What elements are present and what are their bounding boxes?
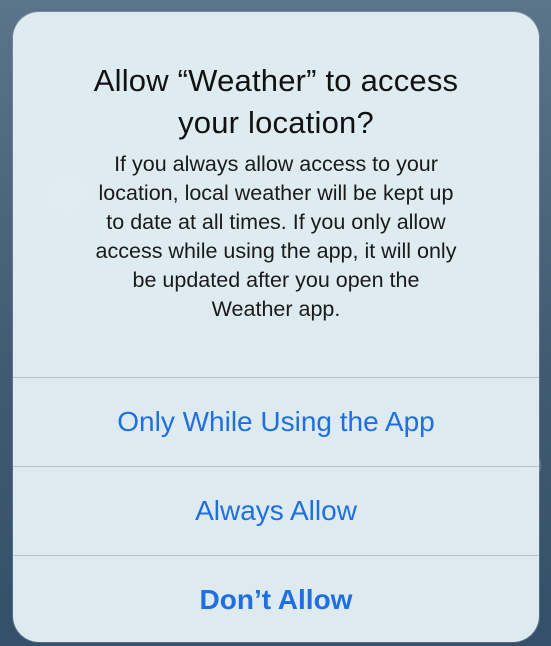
only-while-using-label: Only While Using the App [117,406,435,437]
always-allow-label: Always Allow [195,495,357,526]
alert-message: If you always allow access to your locat… [51,150,501,324]
alert-body: Allow “Weather” to access your location?… [13,12,539,376]
alert-message-line: access while using the app, it will only [95,239,457,263]
alert-message-line: to date at all times. If you only allow [106,210,446,234]
alert-title-line: your location? [178,105,374,140]
alert-title-line: Allow “Weather” to access [93,63,459,98]
alert-title: Allow “Weather” to access your location? [53,60,499,144]
alert-message-line: Weather app. [211,297,341,321]
dont-allow-button[interactable]: Don’t Allow [13,555,539,642]
alert-message-line: location, local weather will be kept up [98,181,454,205]
alert-message-line: If you always allow access to your [114,152,438,176]
alert-message-line: be updated after you open the [132,268,420,292]
only-while-using-button[interactable]: Only While Using the App [13,377,539,466]
location-permission-alert: Allow “Weather” to access your location?… [13,12,539,642]
dont-allow-label: Don’t Allow [199,584,353,615]
always-allow-button[interactable]: Always Allow [13,466,539,555]
